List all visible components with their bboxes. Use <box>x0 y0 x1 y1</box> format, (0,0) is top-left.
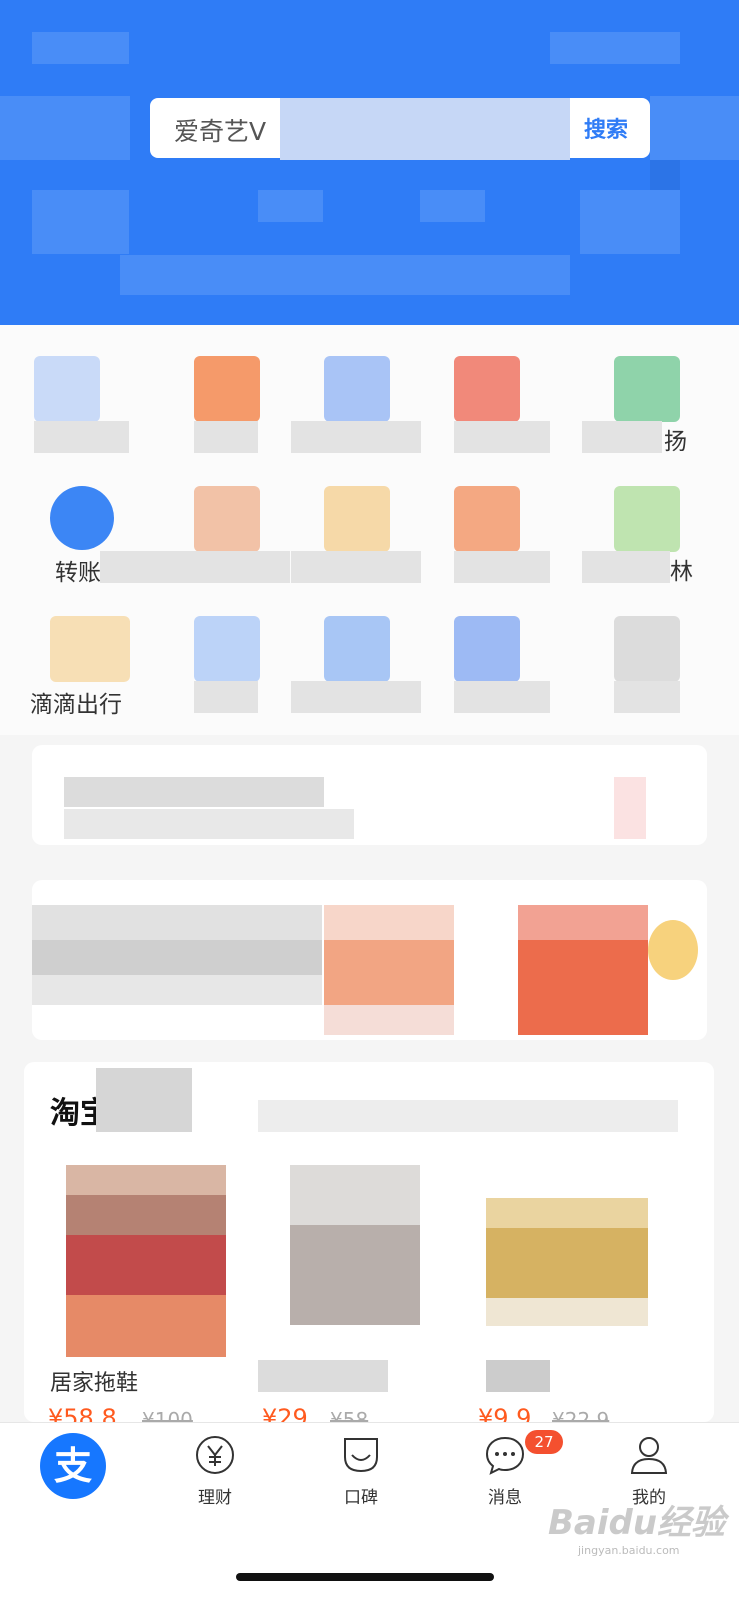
mosaic-block <box>0 96 130 160</box>
product-image[interactable] <box>290 1225 420 1325</box>
app-icon[interactable] <box>454 486 520 552</box>
home-indicator[interactable] <box>236 1573 494 1581</box>
app-label <box>614 681 680 713</box>
app-label <box>100 551 290 583</box>
app-icon[interactable] <box>454 616 520 682</box>
alipay-home-tab[interactable]: 支 <box>40 1433 106 1499</box>
mosaic-block <box>258 190 323 222</box>
mosaic-block <box>32 32 129 64</box>
blurred-text <box>486 1360 550 1392</box>
koubei-bag-icon <box>339 1433 383 1477</box>
app-label <box>582 551 670 583</box>
app-label <box>454 421 550 453</box>
product-image[interactable] <box>66 1195 226 1235</box>
app-label-fragment: 林 <box>670 559 693 585</box>
blurred-image <box>324 905 454 940</box>
tab-label: 口碑 <box>344 1488 378 1508</box>
app-label <box>291 551 421 583</box>
tab-label: 理财 <box>198 1488 232 1508</box>
tab-koubei[interactable]: 口碑 <box>306 1433 416 1508</box>
mosaic-block <box>550 32 680 64</box>
header: 爱奇艺V 搜索 <box>0 0 739 325</box>
blurred-image <box>518 905 648 940</box>
app-label <box>34 421 129 453</box>
didi-icon[interactable] <box>50 616 130 682</box>
app-label <box>454 551 550 583</box>
yuan-icon <box>193 1433 237 1477</box>
notice-card[interactable] <box>32 745 707 845</box>
blurred-icon <box>614 777 646 839</box>
search-input[interactable]: 爱奇艺V <box>174 112 266 148</box>
app-icon[interactable] <box>614 356 680 422</box>
mosaic-block <box>650 96 739 160</box>
product-image[interactable] <box>486 1228 648 1298</box>
product-image[interactable] <box>66 1235 226 1295</box>
mosaic-block <box>32 190 129 254</box>
app-icon[interactable] <box>454 356 520 422</box>
blurred-text <box>32 975 322 1005</box>
blurred-text <box>258 1100 678 1132</box>
app-label <box>194 421 258 453</box>
transfer-icon[interactable] <box>50 486 114 550</box>
app-icon[interactable] <box>194 356 260 422</box>
tab-finance[interactable]: 理财 <box>160 1433 270 1508</box>
promo-card[interactable] <box>32 880 707 1040</box>
watermark-brand: Baidu经验 <box>548 1503 726 1543</box>
product-image[interactable] <box>66 1295 226 1357</box>
app-label-fragment: 扬 <box>664 429 687 455</box>
app-label-transfer: 转账 <box>55 560 101 586</box>
person-icon <box>627 1433 671 1477</box>
blurred-text <box>64 777 324 807</box>
message-count-badge: 27 <box>525 1430 563 1454</box>
blurred-text <box>32 940 322 975</box>
mosaic-block <box>120 255 570 295</box>
blurred-text <box>258 1360 388 1392</box>
app-label <box>454 681 550 713</box>
app-label-didi: 滴滴出行 <box>30 692 122 718</box>
mosaic-block <box>420 190 485 222</box>
search-button[interactable]: 搜索 <box>584 112 628 144</box>
blurred-text <box>96 1068 192 1132</box>
app-icon[interactable] <box>614 486 680 552</box>
mosaic-block <box>580 190 680 254</box>
app-icon[interactable] <box>614 616 680 682</box>
blurred-text <box>32 905 322 940</box>
app-icon[interactable] <box>324 486 390 552</box>
app-label <box>582 421 662 453</box>
tab-label: 消息 <box>488 1488 522 1508</box>
chat-bubble-icon <box>483 1433 527 1477</box>
app-grid: 扬 转账 林 滴滴出行 <box>0 325 739 735</box>
app-icon[interactable] <box>34 356 100 422</box>
app-label <box>194 681 258 713</box>
blurred-image <box>518 940 648 1035</box>
blurred-text <box>64 809 354 839</box>
product-image[interactable] <box>486 1198 648 1228</box>
mosaic-block <box>280 98 570 160</box>
app-icon[interactable] <box>324 356 390 422</box>
baidu-jingyan-watermark: Baidu经验 jingyan.baidu.com <box>548 1495 728 1565</box>
coin-decoration <box>648 920 698 980</box>
product-image[interactable] <box>486 1298 648 1326</box>
product-image[interactable] <box>290 1165 420 1225</box>
app-icon[interactable] <box>194 486 260 552</box>
app-label <box>291 421 421 453</box>
blurred-image <box>324 1005 454 1035</box>
app-icon[interactable] <box>194 616 260 682</box>
watermark-domain: jingyan.baidu.com <box>578 1544 680 1557</box>
product-name: 居家拖鞋 <box>50 1371 139 1396</box>
blurred-image <box>324 940 454 1005</box>
mosaic-block <box>650 160 680 190</box>
app-label <box>291 681 421 713</box>
app-icon[interactable] <box>324 616 390 682</box>
product-image[interactable] <box>66 1165 226 1195</box>
